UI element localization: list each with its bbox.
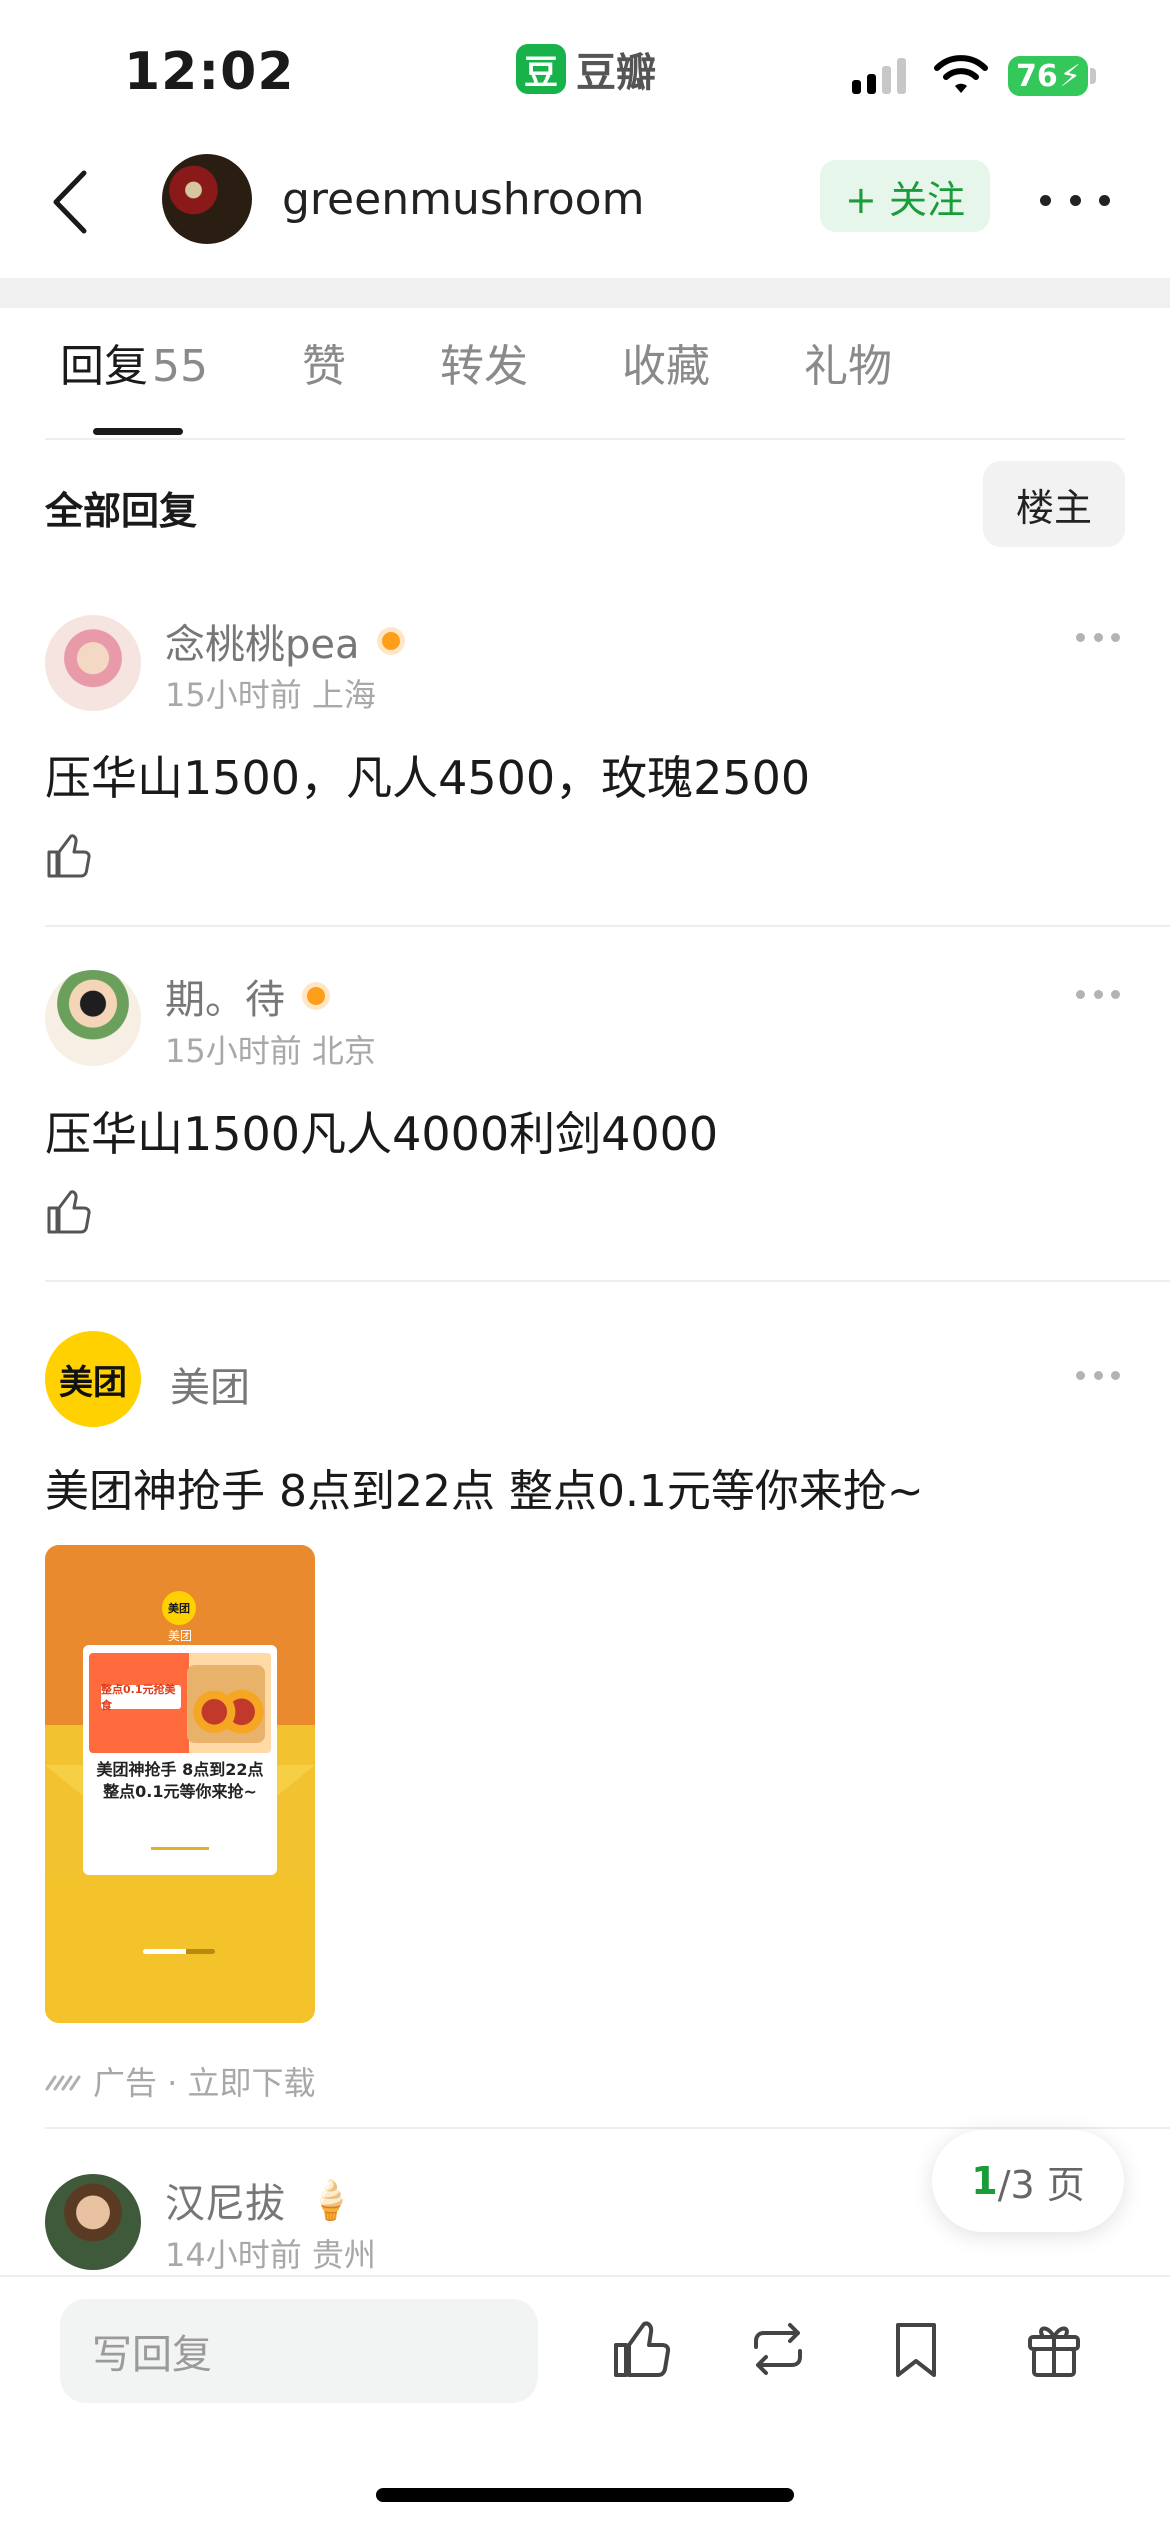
all-replies-label: 全部回复 <box>45 489 198 533</box>
charging-bolt-icon: ⚡ <box>1059 58 1081 94</box>
app-name: 豆瓣 <box>576 50 656 96</box>
food-image <box>187 1665 265 1743</box>
comment-separator <box>45 2127 1170 2129</box>
commenter-avatar[interactable] <box>45 615 141 711</box>
ad-card-line <box>151 1847 209 1850</box>
comment-meta: 15小时前 上海 <box>165 676 376 714</box>
comment-more-icon[interactable] <box>1076 990 1120 1004</box>
status-bar: 12:02 豆 豆瓣 76 ⚡ <box>0 0 1170 140</box>
more-options-icon[interactable] <box>1040 180 1110 220</box>
follow-button[interactable]: + 关注 <box>820 160 990 232</box>
ad-footer-text: 广告 · 立即下载 <box>93 2064 316 2102</box>
online-status-icon <box>307 987 325 1005</box>
commenter-avatar[interactable] <box>45 2174 141 2270</box>
author-username[interactable]: greenmushroom <box>282 174 644 225</box>
commenter-name-text: 期。待 <box>165 977 285 1023</box>
tabs-divider <box>45 438 1125 440</box>
post-header: greenmushroom + 关注 <box>0 140 1170 280</box>
commenter-avatar[interactable] <box>45 970 141 1066</box>
ad-more-icon[interactable] <box>1076 1371 1120 1385</box>
gift-icon[interactable] <box>1022 2317 1086 2381</box>
tab-replies-label: 回复 <box>60 341 148 392</box>
battery-cap <box>1090 68 1096 84</box>
app-indicator: 豆 豆瓣 <box>516 40 656 98</box>
comment-text: 压华山1500，凡人4500，玫瑰2500 <box>45 751 811 805</box>
commenter-name[interactable]: 期。待 <box>165 967 325 1025</box>
active-tab-indicator <box>93 428 183 435</box>
ad-card-logo: 美团 <box>162 1591 196 1625</box>
comment-separator <box>45 925 1170 927</box>
thumbs-up-icon[interactable] <box>45 1188 93 1236</box>
ad-card-banner-text: 整点0.1元抢美食 <box>101 1683 181 1712</box>
home-indicator[interactable] <box>376 2488 794 2502</box>
commenter-name-text: 念桃桃pea <box>165 622 360 668</box>
ice-cream-icon: 🍦 <box>307 2177 355 2222</box>
ad-text: 美团神抢手 8点到22点 整点0.1元等你来抢~ <box>45 1466 924 1517</box>
comment-text: 压华山1500凡人4000利剑4000 <box>45 1107 719 1161</box>
ad-advertiser-name[interactable]: 美团 <box>170 1355 250 1413</box>
comment-separator <box>45 1280 1170 1282</box>
commenter-name-text: 汉尼拔 <box>165 2181 285 2227</box>
commenter-name[interactable]: 汉尼拔 🍦 <box>165 2171 354 2229</box>
pagination-indicator[interactable]: 1/3 页 <box>932 2130 1124 2232</box>
ad-card-name: 美团 <box>167 1629 192 1643</box>
author-avatar[interactable] <box>162 154 252 244</box>
reply-input[interactable]: 写回复 <box>60 2299 538 2403</box>
battery-indicator: 76 ⚡ <box>1008 56 1088 96</box>
battery-level: 76 <box>1016 58 1058 94</box>
meituan-logo-icon[interactable]: 美团 <box>45 1331 141 1427</box>
current-page: 1 <box>971 2159 998 2203</box>
online-status-icon <box>381 632 400 650</box>
cellular-signal-icon <box>852 58 906 94</box>
tab-collections[interactable]: 收藏 <box>622 330 710 440</box>
like-icon[interactable] <box>610 2317 674 2381</box>
ad-image[interactable]: 美团 美团 整点0.1元抢美食 美团神抢手 8点到22点 整点0.1元等你来抢~ <box>45 1545 315 2023</box>
comment-more-icon[interactable] <box>1076 633 1120 647</box>
thumbs-up-icon[interactable] <box>45 832 93 880</box>
comment-meta: 14小时前 贵州 <box>165 2236 376 2274</box>
ad-footer[interactable]: 广告 · 立即下载 <box>45 2058 316 2104</box>
commenter-name[interactable]: 念桃桃pea <box>165 612 400 670</box>
tab-replies-count: 55 <box>152 341 208 392</box>
chevron-left-icon <box>53 170 87 234</box>
owner-only-button[interactable]: 楼主 <box>983 461 1125 547</box>
total-pages: /3 页 <box>997 2162 1085 2207</box>
tab-likes[interactable]: 赞 <box>302 330 346 440</box>
reply-tabs: 回复55 赞 转发 收藏 礼物 <box>60 330 986 440</box>
douban-logo-icon: 豆 <box>516 44 566 94</box>
status-time: 12:02 <box>124 42 295 102</box>
repost-icon[interactable] <box>746 2317 810 2381</box>
back-button[interactable] <box>40 164 100 240</box>
section-divider <box>0 278 1170 308</box>
wifi-icon <box>934 55 988 93</box>
bookmark-icon[interactable] <box>884 2317 948 2381</box>
tab-replies[interactable]: 回复55 <box>60 330 208 440</box>
comment-meta: 15小时前 北京 <box>165 1032 376 1070</box>
tab-gifts[interactable]: 礼物 <box>804 330 892 440</box>
ad-card-progress <box>143 1949 215 1954</box>
ad-mark-icon <box>45 2075 81 2091</box>
tab-reposts[interactable]: 转发 <box>440 330 528 440</box>
ad-card-caption: 美团神抢手 8点到22点 整点0.1元等你来抢~ <box>96 1760 264 1801</box>
